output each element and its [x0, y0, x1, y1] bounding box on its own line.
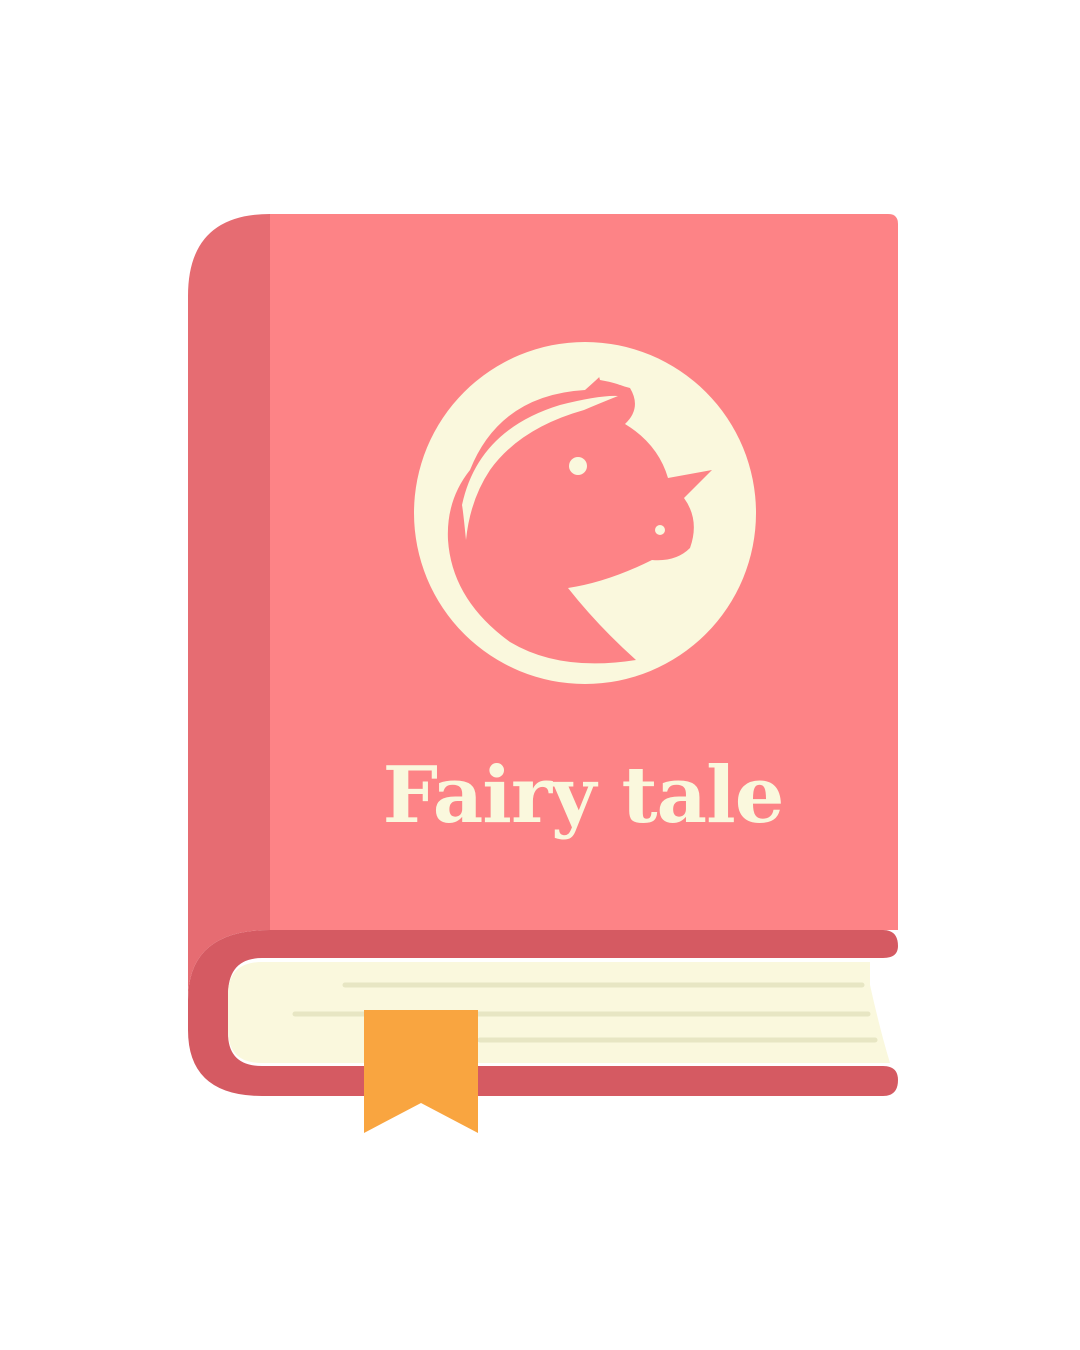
- bookmark-icon: [364, 1010, 478, 1133]
- book-title: Fairy tale: [383, 750, 784, 841]
- book-spine: [188, 214, 270, 1000]
- book-illustration: Fairy tale: [188, 214, 898, 1133]
- unicorn-icon: [414, 342, 756, 684]
